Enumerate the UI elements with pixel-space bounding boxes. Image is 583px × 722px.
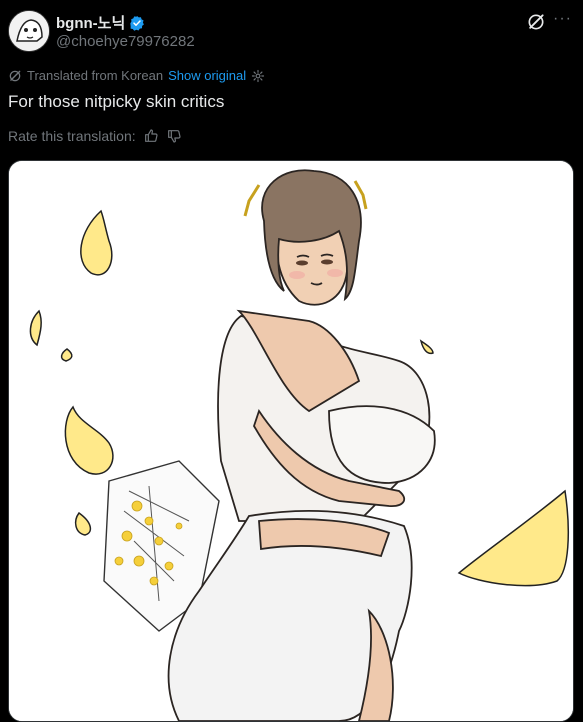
gear-icon[interactable] bbox=[251, 69, 265, 83]
tweet-text: For those nitpicky skin critics bbox=[8, 92, 225, 111]
translation-row: Translated from Korean Show original bbox=[8, 68, 265, 83]
name-row: bgnn-노닉 bbox=[56, 12, 145, 33]
illustration bbox=[9, 161, 573, 721]
avatar-image bbox=[9, 11, 49, 51]
thumbs-up-icon[interactable] bbox=[143, 128, 159, 144]
more-icon[interactable]: ··· bbox=[553, 10, 572, 28]
verified-badge-icon bbox=[130, 15, 145, 31]
show-original-link[interactable]: Show original bbox=[168, 68, 246, 83]
handle[interactable]: @choehye79976282 bbox=[56, 33, 195, 50]
rate-label: Rate this translation: bbox=[8, 128, 136, 144]
avatar[interactable] bbox=[8, 10, 50, 52]
tweet-media-image[interactable] bbox=[8, 160, 574, 722]
display-name[interactable]: bgnn-노닉 bbox=[56, 12, 125, 33]
translate-icon bbox=[9, 70, 21, 81]
rate-translation-row: Rate this translation: bbox=[8, 128, 182, 144]
thumbs-down-icon[interactable] bbox=[166, 128, 182, 144]
grok-icon[interactable] bbox=[526, 12, 546, 32]
tweet-header: bgnn-노닉 @choehye79976282 ··· bbox=[0, 0, 583, 60]
translated-label: Translated from Korean bbox=[27, 68, 164, 83]
